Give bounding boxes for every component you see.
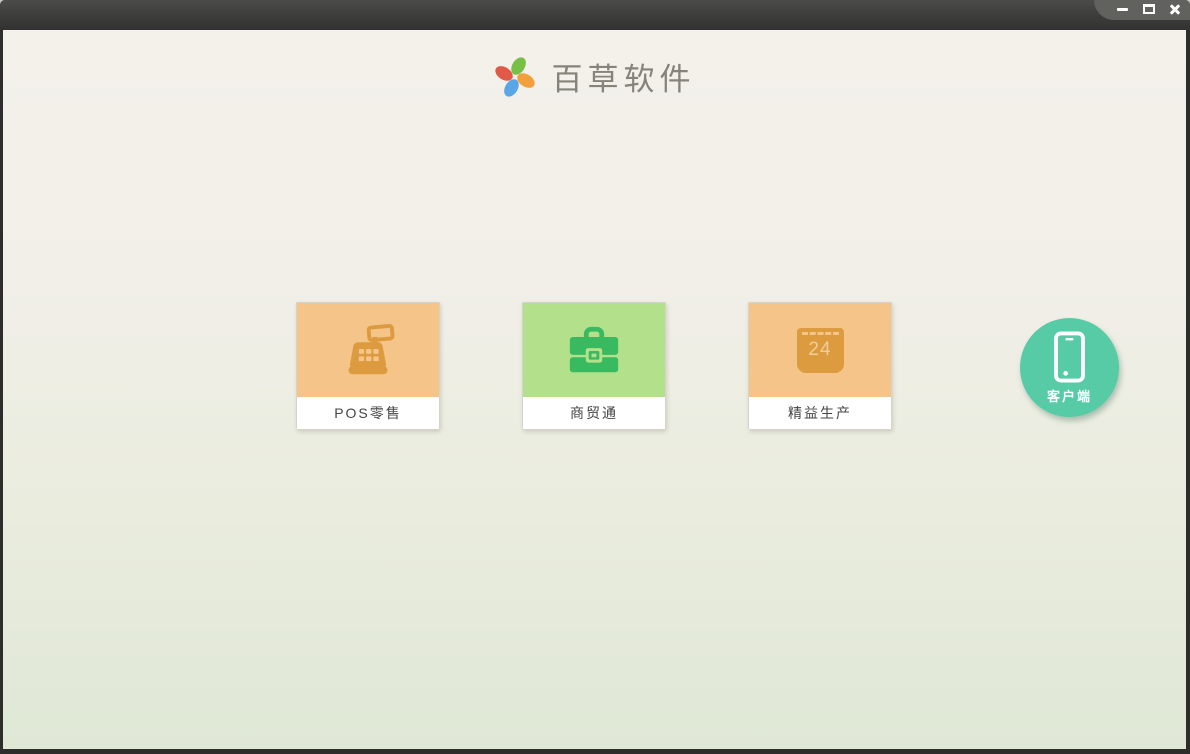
app-logo: 百草软件 <box>3 54 1186 99</box>
calendar-icon: 24 <box>796 327 844 373</box>
lean-tile: 24 <box>749 303 891 397</box>
app-name: 百草软件 <box>551 62 696 98</box>
product-card-lean[interactable]: 24 精益生产 <box>748 302 892 430</box>
minimize-icon <box>1117 7 1128 11</box>
maximize-icon <box>1142 4 1155 14</box>
maximize-button[interactable] <box>1142 2 1155 16</box>
pinwheel-icon <box>494 56 535 97</box>
calendar-binding <box>801 331 839 335</box>
briefcase-icon <box>569 326 619 372</box>
window-controls <box>1094 0 1190 20</box>
product-card-pos[interactable]: POS零售 <box>296 302 440 430</box>
pos-tile <box>297 303 439 397</box>
cash-register-icon <box>348 323 395 374</box>
main-content: 百草软件 POS零售 商贸通 24 精益生产 客户端 <box>3 30 1186 749</box>
calendar-day: 24 <box>808 338 832 360</box>
close-icon <box>1169 3 1181 15</box>
trade-label: 商贸通 <box>523 397 665 429</box>
product-card-trade[interactable]: 商贸通 <box>522 302 666 430</box>
client-label: 客户端 <box>1046 388 1092 404</box>
app-window: 百草软件 POS零售 商贸通 24 精益生产 客户端 <box>0 0 1190 754</box>
close-button[interactable] <box>1168 2 1181 16</box>
client-button[interactable]: 客户端 <box>1020 318 1119 417</box>
lean-label: 精益生产 <box>749 397 891 429</box>
trade-tile <box>523 303 665 397</box>
minimize-button[interactable] <box>1116 2 1129 16</box>
titlebar[interactable] <box>0 0 1190 30</box>
smartphone-icon <box>1054 330 1085 383</box>
pos-label: POS零售 <box>297 397 439 429</box>
